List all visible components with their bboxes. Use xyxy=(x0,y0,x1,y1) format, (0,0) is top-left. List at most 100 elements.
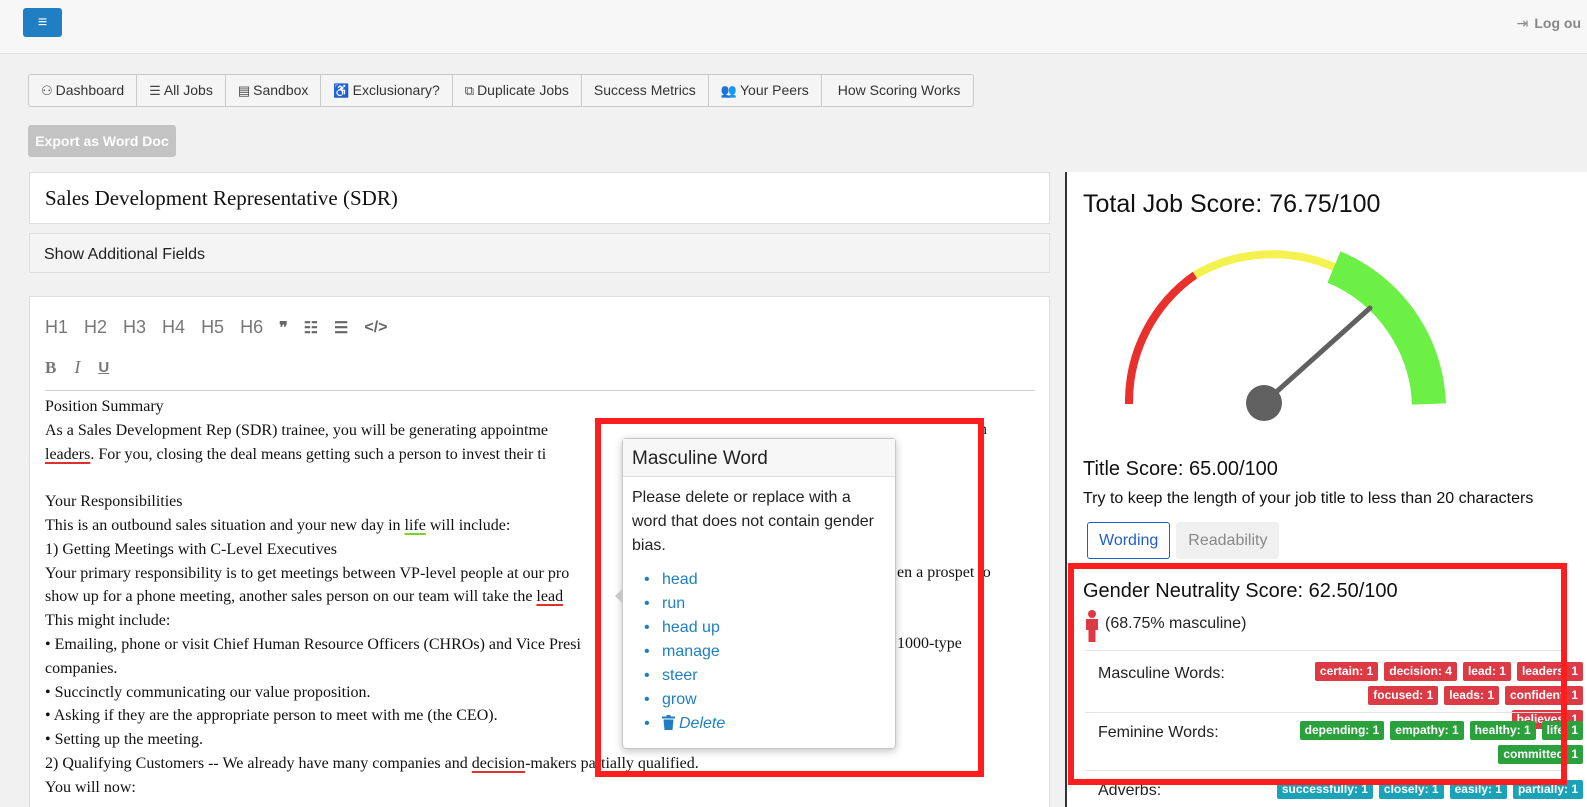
score-gauge xyxy=(1124,250,1446,421)
popover-arrow xyxy=(615,588,623,604)
editor-fragment-line8: en a prospet to xyxy=(897,564,991,581)
heading2-button[interactable]: H2 xyxy=(84,317,107,338)
code-icon[interactable]: </> xyxy=(364,319,387,337)
sandbox-icon: ▤ xyxy=(237,83,251,98)
delete-word-button[interactable]: Delete xyxy=(644,712,886,736)
nav-exclusionary[interactable]: ♿ Exclusionary? xyxy=(321,75,453,106)
flagged-word-lead[interactable]: lead xyxy=(536,588,563,605)
suggestion-list: head run head up manage steer grow Delet… xyxy=(632,568,886,736)
tab-readability[interactable]: Readability xyxy=(1176,522,1280,559)
main-nav: ⚇ Dashboard ☰ All Jobs ▤ Sandbox ♿ Exclusion… xyxy=(28,74,975,107)
underline-button[interactable]: U xyxy=(98,359,109,376)
suggestion-item[interactable]: run xyxy=(644,592,886,616)
divider xyxy=(1085,712,1561,713)
gender-neutrality-score: Gender Neutrality Score: 62.50/100 xyxy=(1083,580,1398,602)
quote-icon[interactable]: ❞ xyxy=(279,318,288,338)
nav-sandbox[interactable]: ▤ Sandbox xyxy=(226,75,322,106)
masculine-word-badge: certain: 1 xyxy=(1314,662,1379,681)
title-score-tip: Try to keep the length of your job title… xyxy=(1083,490,1534,507)
heading3-button[interactable]: H3 xyxy=(123,317,146,338)
masculine-word-badge: leaders: 1 xyxy=(1516,662,1583,681)
popover-title: Masculine Word xyxy=(623,439,895,477)
masculine-word-badge: lead: 1 xyxy=(1462,662,1511,681)
divider xyxy=(1085,650,1561,651)
job-title-value: Sales Development Representative (SDR) xyxy=(45,186,398,210)
male-person-icon xyxy=(1086,610,1098,642)
adverbs-list: successfully: 1 closely: 1 easily: 1 par… xyxy=(1263,780,1583,799)
toolbar-divider xyxy=(45,390,1035,391)
nav-all-jobs[interactable]: ☰ All Jobs xyxy=(137,75,226,106)
feminine-words-list: depending: 1 empathy: 1 healthy: 1 life:… xyxy=(1283,721,1583,764)
feminine-word-badge: depending: 1 xyxy=(1299,721,1385,740)
accessibility-icon: ♿ xyxy=(333,83,350,98)
nav-your-peers[interactable]: 👥 Your Peers xyxy=(709,75,822,106)
editor-fragment-line2: n xyxy=(979,421,987,438)
export-word-button[interactable]: Export as Word Doc xyxy=(28,125,176,157)
heading6-button[interactable]: H6 xyxy=(240,317,263,338)
popover-message: Please delete or replace with a word tha… xyxy=(632,489,874,554)
additional-fields-toggle[interactable]: Show Additional Fields xyxy=(29,233,1050,273)
sign-out-icon: ⇥ xyxy=(1516,15,1529,31)
feminine-word-badge: committed: 1 xyxy=(1498,745,1583,764)
score-tabs: Wording Readability xyxy=(1087,522,1280,559)
heading4-button[interactable]: H4 xyxy=(162,317,185,338)
logout-link[interactable]: ⇥ Log ou xyxy=(1517,15,1581,32)
menu-toggle-button[interactable]: ≡ xyxy=(23,8,62,37)
flagged-word-decision[interactable]: decision xyxy=(472,755,525,772)
masculine-word-popover: Masculine Word Please delete or replace … xyxy=(615,438,896,749)
gauge-hub xyxy=(1246,385,1282,421)
trash-icon xyxy=(662,715,675,730)
suggestion-item[interactable]: steer xyxy=(644,664,886,688)
italic-button[interactable]: I xyxy=(74,357,80,378)
editor-toolbar-row1: H1 H2 H3 H4 H5 H6 ❞ ☷ ☰ </> xyxy=(45,317,404,338)
feminine-word-badge: life: 1 xyxy=(1541,721,1583,740)
suggestion-item[interactable]: head xyxy=(644,568,886,592)
list-icon: ☰ xyxy=(149,83,161,98)
flagged-word-leaders[interactable]: leaders xyxy=(45,446,90,463)
title-score: Title Score: 65.00/100 xyxy=(1083,458,1278,480)
description-editor[interactable]: H1 H2 H3 H4 H5 H6 ❞ ☷ ☰ </> B I U Positi… xyxy=(29,296,1050,807)
gauge-red-arc xyxy=(1124,271,1198,405)
masculine-words-label: Masculine Words: xyxy=(1098,665,1225,682)
masculine-percentage: (68.75% masculine) xyxy=(1105,615,1247,632)
masculine-words-list: certain: 1 decision: 4 lead: 1 leaders: … xyxy=(1293,662,1583,729)
feminine-words-label: Feminine Words: xyxy=(1098,724,1219,741)
bullet-list-icon[interactable]: ☷ xyxy=(304,318,318,338)
editor-toolbar-row2: B I U xyxy=(45,357,125,378)
tab-wording[interactable]: Wording xyxy=(1087,522,1171,559)
feminine-word-badge: healthy: 1 xyxy=(1469,721,1536,740)
adverb-badge: closely: 1 xyxy=(1378,780,1444,799)
suggestion-item[interactable]: grow xyxy=(644,688,886,712)
total-job-score: Total Job Score: 76.75/100 xyxy=(1083,190,1381,218)
gauge-needle xyxy=(1261,305,1373,406)
heading1-button[interactable]: H1 xyxy=(45,317,68,338)
masculine-word-badge: confident: 1 xyxy=(1505,686,1583,705)
flagged-word-life[interactable]: life xyxy=(405,517,426,534)
suggestion-item[interactable]: manage xyxy=(644,640,886,664)
masculine-word-badge: focused: 1 xyxy=(1368,686,1439,705)
heading5-button[interactable]: H5 xyxy=(201,317,224,338)
score-panel: Total Job Score: 76.75/100 Title Score: … xyxy=(1065,172,1587,807)
dashboard-icon: ⚇ xyxy=(41,83,53,98)
adverb-badge: successfully: 1 xyxy=(1276,780,1373,799)
nav-how-scoring-works[interactable]: How Scoring Works xyxy=(822,75,974,106)
job-title-input[interactable]: Sales Development Representative (SDR) xyxy=(29,172,1050,224)
nav-success-metrics[interactable]: Success Metrics xyxy=(582,75,709,106)
masculine-word-badge: decision: 4 xyxy=(1384,662,1457,681)
bold-button[interactable]: B xyxy=(45,358,56,378)
nav-duplicate-jobs[interactable]: ⧉ Duplicate Jobs xyxy=(453,75,582,106)
suggestion-item[interactable]: head up xyxy=(644,616,886,640)
users-icon: 👥 xyxy=(720,83,737,98)
gauge-yellow-arc xyxy=(1193,250,1336,279)
adverbs-label: Adverbs: xyxy=(1098,782,1162,799)
feminine-word-badge: empathy: 1 xyxy=(1390,721,1464,740)
top-bar: ≡ ⇥ Log ou xyxy=(0,0,1587,54)
numbered-list-icon[interactable]: ☰ xyxy=(334,318,348,338)
hamburger-icon: ≡ xyxy=(37,14,48,31)
adverb-badge: easily: 1 xyxy=(1449,780,1507,799)
divider xyxy=(1085,770,1561,771)
nav-dashboard[interactable]: ⚇ Dashboard xyxy=(29,75,138,106)
adverb-badge: partially: 1 xyxy=(1512,780,1583,799)
masculine-word-badge: leads: 1 xyxy=(1444,686,1499,705)
gauge-green-arc xyxy=(1327,251,1446,406)
